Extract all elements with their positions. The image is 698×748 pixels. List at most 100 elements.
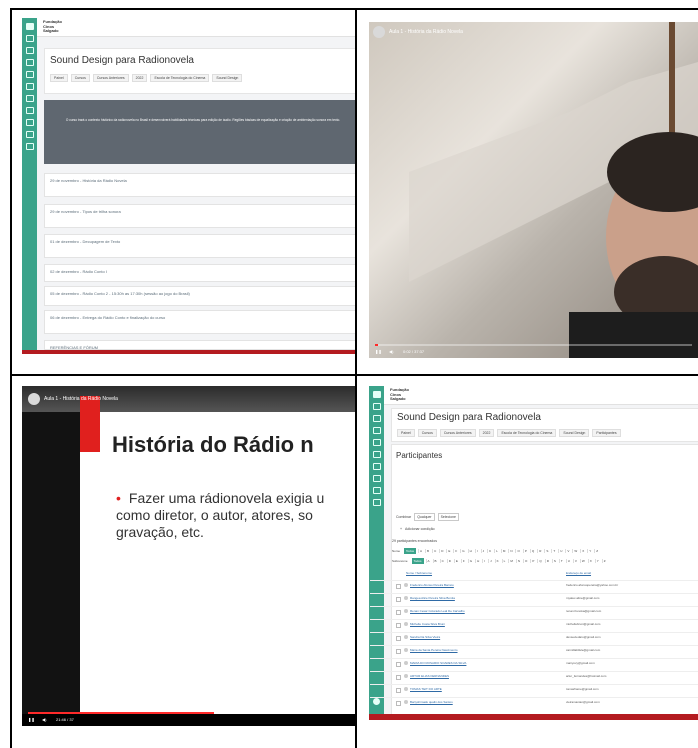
video-title[interactable]: Aula 1 - História da Rádio Novela xyxy=(44,396,118,402)
volume-icon[interactable]: ◀) xyxy=(389,349,393,354)
breadcrumb-item[interactable]: Painel xyxy=(50,74,68,82)
participants-icon[interactable] xyxy=(25,107,34,114)
participants-icon[interactable] xyxy=(372,475,381,482)
channel-logo-icon[interactable] xyxy=(28,393,40,405)
column-name-header[interactable]: Nome / Sobrenome xyxy=(406,571,432,575)
badges-icon[interactable] xyxy=(372,487,381,494)
menu-icon[interactable] xyxy=(25,23,34,30)
breadcrumb-item[interactable]: Painel xyxy=(397,429,415,437)
letter-filter-button[interactable]: F xyxy=(453,549,458,553)
letter-filter-button[interactable]: G xyxy=(467,559,473,563)
letter-filter-button[interactable]: N xyxy=(508,549,513,553)
letter-filter-button[interactable]: D xyxy=(439,549,444,553)
letter-filter-button[interactable]: X xyxy=(587,559,593,563)
letter-filter-button[interactable]: S xyxy=(551,559,557,563)
letter-filter-button[interactable]: I xyxy=(482,559,486,563)
letter-filter-button[interactable]: I xyxy=(474,549,479,553)
breadcrumb-item[interactable]: Cursos Anteriores xyxy=(92,74,129,82)
breadcrumb-item[interactable]: Escola de Tecnologia do Cinema xyxy=(150,74,210,82)
menu-icon[interactable] xyxy=(372,391,381,398)
participant-name-link[interactable]: Bartyshimask qualin dos Santos xyxy=(410,700,453,704)
breadcrumb-item[interactable]: 2022 xyxy=(131,74,148,82)
course-section[interactable]: 02 de dezembro - Rádio Conto I xyxy=(44,264,355,282)
participant-name-link[interactable]: Renan Cesar Colorado Leal De Carvalho xyxy=(410,609,465,613)
letter-filter-button[interactable]: W xyxy=(579,559,586,563)
letter-filter-button[interactable]: V xyxy=(572,559,578,563)
row-checkbox[interactable] xyxy=(396,623,401,628)
breadcrumb-item[interactable]: Cursos xyxy=(70,74,90,82)
participant-name-link[interactable]: Frederico Afonso Pereira Barreto xyxy=(410,583,454,587)
letter-filter-button[interactable]: N xyxy=(515,559,521,563)
grades-icon[interactable] xyxy=(25,83,34,90)
participant-name-link[interactable]: MARIA DO ROSARIO SOARES DA SILVA xyxy=(410,661,466,665)
participant-name-link[interactable]: Rangea Alice Pereira Silva Bonita xyxy=(410,596,455,600)
play-button[interactable]: ❚❚ xyxy=(375,349,382,354)
all-letters-button[interactable]: Todos xyxy=(404,548,417,554)
all-letters-button[interactable]: Todos xyxy=(411,558,424,564)
site-logo[interactable]: Fundação Cinos Salgado xyxy=(43,19,62,34)
letter-filter-button[interactable]: M xyxy=(500,549,507,553)
breadcrumb-item[interactable]: Escola de Tecnologia do Cinema xyxy=(497,429,557,437)
volume-icon[interactable]: ◀) xyxy=(42,717,46,722)
filter-type-select[interactable]: Selecione xyxy=(437,513,459,521)
letter-filter-button[interactable]: A xyxy=(418,549,423,553)
courses-icon[interactable] xyxy=(25,95,34,102)
letter-filter-button[interactable]: A xyxy=(425,559,431,563)
calendar-icon[interactable] xyxy=(25,59,34,66)
letter-filter-button[interactable]: W xyxy=(572,549,578,553)
course-section[interactable]: REFERÊNCIAS E FÓRUM xyxy=(44,340,355,350)
add-condition-button[interactable]: + Adicionar condição xyxy=(400,527,435,531)
home-icon[interactable] xyxy=(25,35,34,42)
letter-filter-button[interactable]: J xyxy=(488,559,493,563)
letter-filter-button[interactable]: Z xyxy=(594,549,599,553)
letter-filter-button[interactable]: K xyxy=(487,549,492,553)
video-player-top[interactable]: Aula 1 - História da Rádio Novela ❚❚ ◀) … xyxy=(369,22,698,358)
row-checkbox[interactable] xyxy=(396,584,401,589)
letter-filter-button[interactable]: L xyxy=(501,559,507,563)
letter-filter-button[interactable]: Y xyxy=(594,559,600,563)
badges-icon[interactable] xyxy=(25,119,34,126)
home-icon[interactable] xyxy=(372,403,381,410)
letter-filter-button[interactable]: B xyxy=(432,559,438,563)
letter-filter-button[interactable]: M xyxy=(508,559,514,563)
letter-filter-button[interactable]: R xyxy=(537,549,542,553)
row-checkbox[interactable] xyxy=(396,662,401,667)
breadcrumb-item[interactable]: Participantes xyxy=(592,429,621,437)
letter-filter-button[interactable]: Q xyxy=(529,549,535,553)
course-section[interactable]: 06 de dezembro - Entrega do Rádio Conto … xyxy=(44,310,355,334)
dashboard-icon[interactable] xyxy=(372,415,381,422)
calendar-icon[interactable] xyxy=(372,427,381,434)
row-checkbox[interactable] xyxy=(396,688,401,693)
letter-filter-button[interactable]: H xyxy=(467,549,473,553)
letter-filter-button[interactable]: O xyxy=(515,549,520,553)
letter-filter-button[interactable]: T xyxy=(558,559,564,563)
participant-name-link[interactable]: Maria da Santa Pereira Nascimento xyxy=(410,648,458,652)
breadcrumb-item[interactable]: Sound Design xyxy=(212,74,243,82)
settings-icon[interactable] xyxy=(25,143,34,150)
breadcrumb-item[interactable]: 2022 xyxy=(478,429,495,437)
letter-filter-button[interactable]: U xyxy=(558,549,563,553)
settings-icon[interactable] xyxy=(372,499,381,506)
letter-filter-button[interactable]: E xyxy=(446,549,451,553)
letter-filter-button[interactable]: H xyxy=(475,559,480,563)
video-title[interactable]: Aula 1 - História da Rádio Novela xyxy=(389,29,463,35)
letter-filter-button[interactable]: L xyxy=(494,549,499,553)
letter-filter-button[interactable]: R xyxy=(544,559,550,563)
row-checkbox[interactable] xyxy=(396,675,401,680)
play-button[interactable]: ❚❚ xyxy=(28,717,35,722)
letter-filter-button[interactable]: T xyxy=(551,549,556,553)
letter-filter-button[interactable]: F xyxy=(460,559,466,563)
letter-filter-button[interactable]: U xyxy=(565,559,571,563)
participant-name-link[interactable]: Michelle Costa Silva Bruni xyxy=(410,622,445,626)
grades-icon[interactable] xyxy=(372,451,381,458)
match-select[interactable]: Qualquer xyxy=(414,513,435,521)
dashboard-icon[interactable] xyxy=(25,47,34,54)
participant-name-link[interactable]: TOMAS TEIT DO ARTE xyxy=(410,687,442,691)
participant-name-link[interactable]: ARTUR ELIAS FERNANDES xyxy=(410,674,449,678)
progress-bar-top[interactable] xyxy=(375,344,692,346)
letter-filter-button[interactable]: J xyxy=(480,549,486,553)
letter-filter-button[interactable]: D xyxy=(446,559,452,563)
files-icon[interactable] xyxy=(25,71,34,78)
video-player-bottom[interactable]: Aula 1 - História da Rádio Novela Histór… xyxy=(22,386,355,726)
participant-name-link[interactable]: Sandra Da Silva Vieira xyxy=(410,635,440,639)
